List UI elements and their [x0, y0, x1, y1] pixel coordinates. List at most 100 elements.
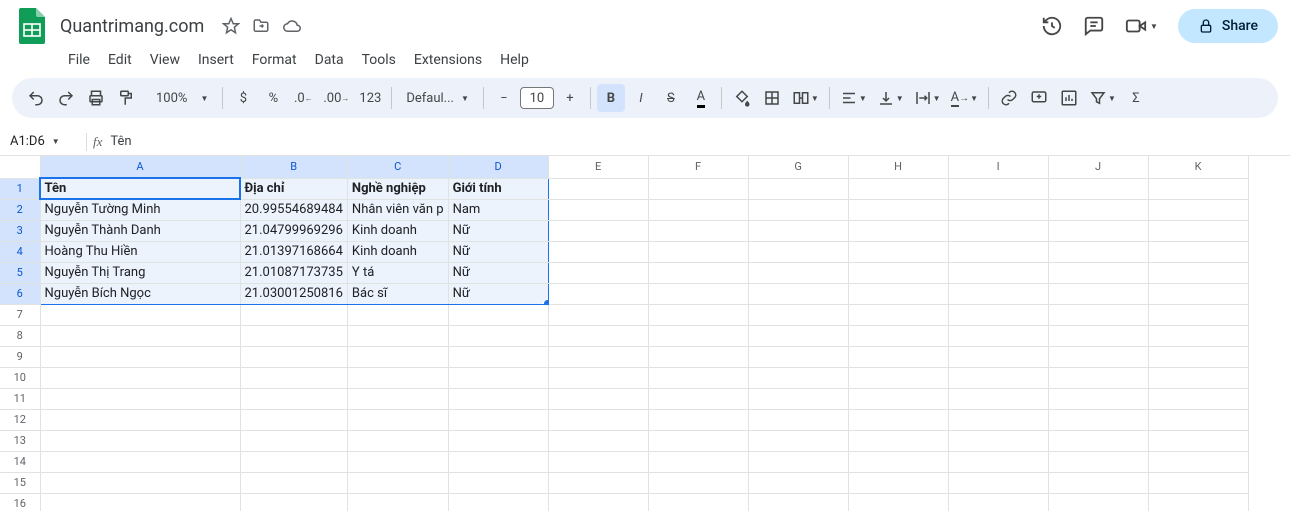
- cell[interactable]: [240, 388, 347, 409]
- cell[interactable]: [448, 430, 548, 451]
- cell[interactable]: [1148, 220, 1248, 241]
- cell[interactable]: [848, 472, 948, 493]
- cell[interactable]: Nguyễn Tường Minh: [40, 199, 240, 220]
- spreadsheet-grid[interactable]: ABCDEFGHIJK1TênĐịa chỉNghề nghiệpGiới tí…: [0, 156, 1290, 511]
- col-header-K[interactable]: K: [1148, 156, 1248, 178]
- cell[interactable]: [448, 388, 548, 409]
- cell[interactable]: [648, 178, 748, 199]
- cell[interactable]: [548, 199, 648, 220]
- cell[interactable]: [40, 451, 240, 472]
- cell[interactable]: [240, 304, 347, 325]
- cell[interactable]: [1048, 199, 1148, 220]
- text-rotation-button[interactable]: A→▼: [947, 84, 982, 112]
- print-button[interactable]: [82, 84, 110, 112]
- cell[interactable]: [548, 430, 648, 451]
- cell[interactable]: [748, 346, 848, 367]
- cell[interactable]: [948, 199, 1048, 220]
- functions-button[interactable]: Σ: [1122, 84, 1150, 112]
- cell[interactable]: [548, 388, 648, 409]
- cell[interactable]: [648, 220, 748, 241]
- cell[interactable]: [648, 430, 748, 451]
- cell[interactable]: [1048, 367, 1148, 388]
- row-header-6[interactable]: 6: [0, 283, 40, 304]
- paint-format-button[interactable]: [112, 84, 140, 112]
- cell[interactable]: Nữ: [448, 262, 548, 283]
- cell[interactable]: [347, 367, 448, 388]
- cell[interactable]: [1048, 241, 1148, 262]
- cell[interactable]: [848, 241, 948, 262]
- cell[interactable]: [848, 346, 948, 367]
- cell[interactable]: [548, 346, 648, 367]
- row-header-8[interactable]: 8: [0, 325, 40, 346]
- cell[interactable]: [1048, 346, 1148, 367]
- star-icon[interactable]: [222, 17, 240, 35]
- meet-icon[interactable]: ▼: [1125, 15, 1158, 37]
- cell[interactable]: Nữ: [448, 283, 548, 304]
- cell[interactable]: [1148, 472, 1248, 493]
- cell[interactable]: [240, 430, 347, 451]
- cell[interactable]: [1148, 178, 1248, 199]
- cell[interactable]: [1148, 283, 1248, 304]
- cell[interactable]: Tên: [40, 178, 240, 199]
- row-header-16[interactable]: 16: [0, 493, 40, 511]
- cell[interactable]: [1148, 493, 1248, 511]
- share-button[interactable]: Share: [1178, 9, 1278, 43]
- cell[interactable]: [748, 451, 848, 472]
- cell[interactable]: [240, 367, 347, 388]
- cell[interactable]: [548, 367, 648, 388]
- cell[interactable]: [1048, 430, 1148, 451]
- menu-file[interactable]: File: [60, 48, 98, 72]
- cell[interactable]: [948, 367, 1048, 388]
- cell[interactable]: [948, 283, 1048, 304]
- cell[interactable]: [40, 430, 240, 451]
- cell[interactable]: [948, 409, 1048, 430]
- cell[interactable]: [347, 430, 448, 451]
- col-header-I[interactable]: I: [948, 156, 1048, 178]
- cell[interactable]: [648, 409, 748, 430]
- row-header-10[interactable]: 10: [0, 367, 40, 388]
- cell[interactable]: [748, 283, 848, 304]
- bold-button[interactable]: B: [597, 84, 625, 112]
- cell[interactable]: Nam: [448, 199, 548, 220]
- font-family-dropdown[interactable]: Defaul...▼: [398, 84, 477, 112]
- cell[interactable]: [1048, 472, 1148, 493]
- cell[interactable]: [848, 409, 948, 430]
- cell[interactable]: Bác sĩ: [347, 283, 448, 304]
- row-header-2[interactable]: 2: [0, 199, 40, 220]
- row-header-7[interactable]: 7: [0, 304, 40, 325]
- row-header-9[interactable]: 9: [0, 346, 40, 367]
- cell[interactable]: [848, 430, 948, 451]
- cell[interactable]: [848, 325, 948, 346]
- merge-cells-button[interactable]: ▼: [788, 84, 823, 112]
- cell[interactable]: [548, 325, 648, 346]
- cell[interactable]: [848, 220, 948, 241]
- cell[interactable]: [548, 472, 648, 493]
- cell[interactable]: [1048, 262, 1148, 283]
- cell[interactable]: Nghề nghiệp: [347, 178, 448, 199]
- cell[interactable]: [1048, 325, 1148, 346]
- increase-decimal-button[interactable]: .00→: [319, 84, 353, 112]
- cell[interactable]: [1048, 388, 1148, 409]
- cell[interactable]: 21.01087173735: [240, 262, 347, 283]
- cell[interactable]: [40, 304, 240, 325]
- cell[interactable]: [948, 304, 1048, 325]
- decrease-decimal-button[interactable]: .0←: [289, 84, 317, 112]
- redo-button[interactable]: [52, 84, 80, 112]
- horizontal-align-button[interactable]: ▼: [836, 84, 871, 112]
- cell[interactable]: [1148, 346, 1248, 367]
- cell[interactable]: [1148, 262, 1248, 283]
- cell[interactable]: [1148, 409, 1248, 430]
- cell[interactable]: [948, 451, 1048, 472]
- cell[interactable]: [347, 409, 448, 430]
- cell[interactable]: [848, 199, 948, 220]
- cell[interactable]: Nguyễn Thị Trang: [40, 262, 240, 283]
- cell[interactable]: [548, 409, 648, 430]
- borders-button[interactable]: [758, 84, 786, 112]
- menu-insert[interactable]: Insert: [190, 48, 242, 72]
- cell[interactable]: [948, 220, 1048, 241]
- cell[interactable]: [548, 304, 648, 325]
- cell[interactable]: [347, 304, 448, 325]
- cell[interactable]: [648, 325, 748, 346]
- cell[interactable]: [548, 241, 648, 262]
- menu-tools[interactable]: Tools: [354, 48, 404, 72]
